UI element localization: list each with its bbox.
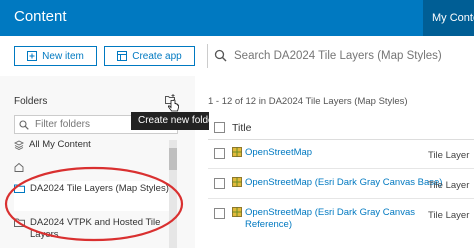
row-checkbox[interactable] [214,178,225,189]
row-checkbox[interactable] [214,208,225,219]
app-grid-icon [117,51,128,61]
item-title-link[interactable]: OpenStreetMap [245,147,312,159]
folder-item-label: All My Content [29,139,91,150]
page-title: Content [14,8,67,25]
tile-layer-icon [232,147,242,157]
row-checkbox[interactable] [214,148,225,159]
item-type: Tile Layer [428,180,470,191]
hand-cursor-icon [168,99,179,112]
item-title-link[interactable]: OpenStreetMap (Esri Dark Gray Canvas Ref… [245,207,420,231]
search-input[interactable] [234,46,468,66]
search-icon [19,120,29,130]
row-divider [208,168,474,169]
create-app-label: Create app [132,50,182,62]
tile-layer-icon [232,177,242,187]
stack-icon [14,140,24,150]
tab-my-content[interactable]: My Content [423,0,474,36]
folder-item-all-my-content[interactable]: All My Content [14,139,169,151]
new-folder-tooltip: Create new folder [131,112,209,130]
results-range-text: 1 - 12 of 12 in DA2024 Tile Layers (Map … [208,96,408,107]
item-title-link[interactable]: OpenStreetMap (Esri Dark Gray Canvas Bas… [245,177,442,189]
search-icon [214,49,227,62]
annotation-ellipse [4,166,184,242]
plus-icon [27,51,38,61]
new-item-label: New item [42,50,84,62]
row-divider [208,198,474,199]
tile-layer-icon [232,207,242,217]
new-item-button[interactable]: New item [14,46,97,66]
item-type: Tile Layer [428,210,470,221]
folders-heading: Folders [14,96,48,107]
toolbar-divider [207,44,208,68]
column-header-title[interactable]: Title [232,122,251,134]
app-header: Content My Content [0,0,474,36]
create-app-button[interactable]: Create app [104,46,195,66]
item-type: Tile Layer [428,150,470,161]
select-all-checkbox[interactable] [214,122,225,133]
